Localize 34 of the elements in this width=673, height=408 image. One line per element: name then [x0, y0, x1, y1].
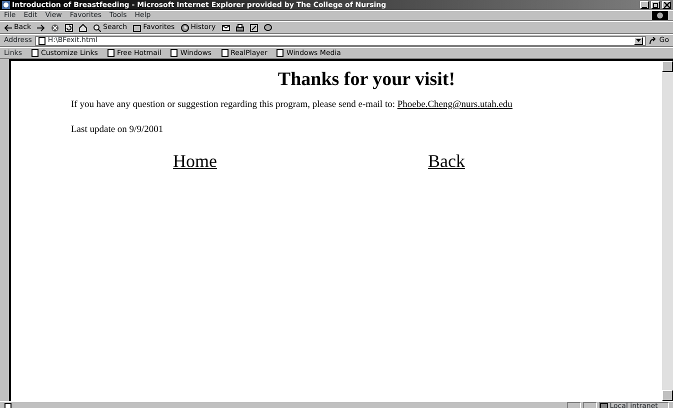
- refresh-icon: [65, 24, 73, 32]
- home-icon: [79, 24, 87, 32]
- restore-button[interactable]: [651, 1, 660, 9]
- toolbar-icon-button[interactable]: [264, 24, 272, 32]
- close-button[interactable]: [662, 1, 671, 9]
- clock-icon: [180, 24, 189, 32]
- nav-link[interactable]: Home: [173, 151, 217, 172]
- speech-bubble-icon: [264, 24, 272, 32]
- update-text: Last update on 9/9/2001: [71, 124, 164, 138]
- nav-link[interactable]: Back: [428, 151, 465, 172]
- message-text: If you have any question or suggestion regarding this program, please send e-mail to: Phoebe.Cheng@nurs.utah.edu: [71, 98, 514, 112]
- scroll-up-button[interactable]: [662, 61, 673, 72]
- scroll-down-button[interactable]: [662, 390, 673, 401]
- search-icon: [93, 24, 101, 32]
- edit-icon: [250, 24, 258, 32]
- stop-icon: [51, 24, 59, 32]
- toolbar-icon-button[interactable]: [250, 24, 258, 32]
- printer-icon: [236, 24, 244, 32]
- minimize-button[interactable]: [640, 1, 649, 9]
- close-icon: [664, 2, 670, 8]
- toolbar-icon-button[interactable]: [222, 24, 230, 32]
- toolbar-icon-button[interactable]: [236, 24, 244, 32]
- toolbar-icon-button[interactable]: [37, 24, 45, 32]
- page-heading: Thanks for your visit!: [276, 69, 456, 92]
- toolbar-icon-button[interactable]: [65, 24, 73, 32]
- forward-arrow-icon: [37, 24, 45, 32]
- toolbar-icon-button[interactable]: [79, 24, 87, 32]
- email-link[interactable]: Phoebe.Cheng@nurs.utah.edu: [397, 100, 512, 110]
- dropdown-button[interactable]: [634, 36, 644, 44]
- mail-icon: [222, 24, 230, 32]
- go-arrow-icon: [649, 36, 658, 44]
- restore-icon: [652, 2, 658, 8]
- back-arrow-icon: [4, 24, 12, 32]
- caret-icon: [636, 39, 642, 42]
